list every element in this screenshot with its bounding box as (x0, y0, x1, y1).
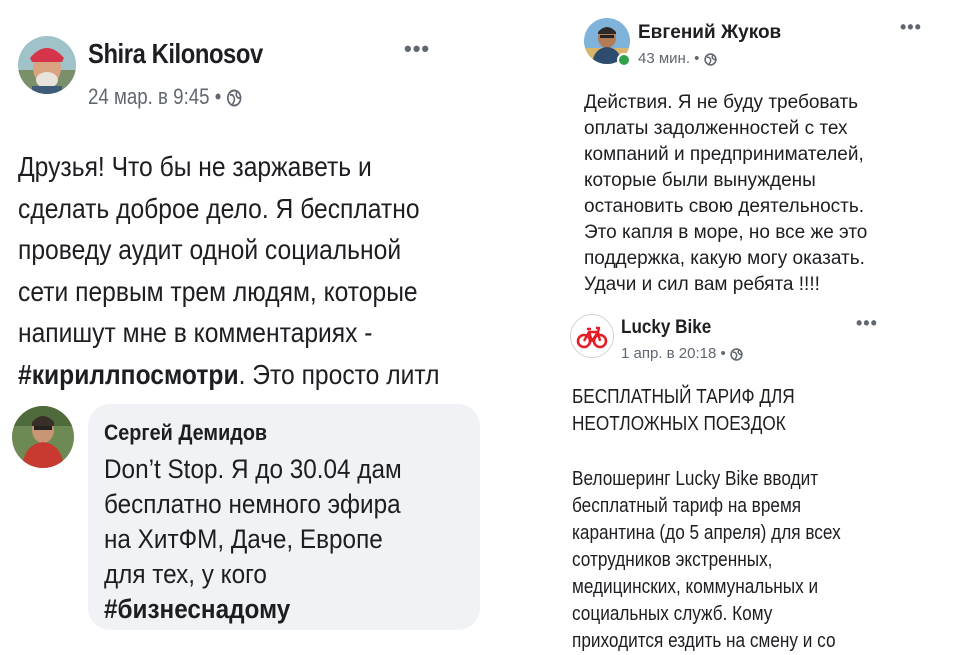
post-line: Друзья! Что бы не заржаветь и (18, 151, 372, 182)
post-line: сотрудников экстренных, (572, 549, 773, 571)
post-line: карантина (до 5 апреля) для всех (572, 522, 841, 544)
post-line: сети первым трем людям, которые (18, 275, 418, 307)
timestamp-text: 24 мар. в 9:45 • (88, 84, 222, 109)
post-line: социальных служб. Кому (572, 603, 773, 625)
more-options-icon[interactable]: ••• (856, 314, 878, 332)
timestamp-text: 1 апр. в 20:18 • (621, 345, 726, 362)
post-line: проведу аудит одной социальной (18, 234, 402, 265)
hashtag-link[interactable]: #кириллпосмотри (18, 359, 239, 390)
post-line: Велошеринг Lucky Bike вводит (572, 468, 819, 490)
globe-icon (730, 347, 743, 361)
page-avatar[interactable] (570, 314, 614, 358)
post-timestamp[interactable]: 43 мин. • (638, 50, 717, 67)
post-body: Друзья! Что бы не заржаветь и сделать до… (18, 146, 476, 395)
comment-body: Don’t Stop. Я до 30.04 дам бесплатно нем… (104, 452, 402, 627)
comment-line: бесплатно немного эфира (104, 489, 401, 519)
timestamp-text: 43 мин. • (638, 50, 700, 67)
comment-line: на ХитФМ, Даче, Европе (104, 524, 383, 554)
author-name[interactable]: Евгений Жуков (638, 22, 781, 44)
post-line-rest: . Это просто литл (238, 358, 440, 390)
post-body: Велошеринг Lucky Bike вводит бесплатный … (572, 466, 841, 655)
comment-line: Don’t Stop. Я до 30.04 дам (104, 454, 402, 484)
more-options-icon[interactable]: ••• (900, 18, 922, 36)
post-title: БЕСПЛАТНЫЙ ТАРИФ ДЛЯ НЕОТЛОЖНЫХ ПОЕЗДОК (572, 384, 795, 438)
post-line: Удачи и сил вам ребята !!!! (584, 274, 820, 295)
post-line: компаний и предпринимателей, (584, 144, 864, 165)
author-name[interactable]: Shira Kilonosov (88, 38, 263, 70)
online-status-dot (617, 53, 631, 67)
post-body: Действия. Я не буду требовать оплаты зад… (584, 90, 867, 298)
commenter-name[interactable]: Сергей Демидов (104, 420, 267, 446)
post-timestamp[interactable]: 24 мар. в 9:45 • (88, 84, 242, 110)
post-line: Это капля в море, но все же это (584, 222, 868, 243)
post-line: приходится ездить на смену и со (572, 630, 836, 652)
author-avatar[interactable] (584, 18, 631, 67)
post-line: которые были вынуждены (584, 170, 816, 191)
post-line: напишут мне в комментариях - (18, 317, 373, 348)
post-title-line: НЕОТЛОЖНЫХ ПОЕЗДОК (572, 413, 786, 435)
post-timestamp[interactable]: 1 апр. в 20:18 • (621, 345, 743, 362)
globe-icon (703, 52, 717, 66)
post-line-last: #кириллпосмотри. Это просто литл (18, 354, 476, 396)
more-options-icon[interactable]: ••• (404, 38, 430, 60)
post-line: бесплатный тариф на время (572, 495, 802, 517)
post-line: сделать доброе дело. Я бесплатно (18, 192, 420, 224)
post-line: поддержка, какую могу оказать. (584, 248, 865, 269)
page-name[interactable]: Lucky Bike (621, 317, 711, 339)
post-line: Действия. Я не буду требовать (584, 92, 859, 113)
bicycle-icon (576, 326, 608, 349)
comment-line: для тех, у кого (104, 559, 267, 589)
commenter-avatar[interactable] (12, 406, 74, 468)
post-line: остановить свою деятельность. (584, 196, 865, 217)
post-line: оплаты задолженностей с тех (584, 118, 848, 139)
author-avatar[interactable] (18, 36, 76, 94)
post-title-line: БЕСПЛАТНЫЙ ТАРИФ ДЛЯ (572, 386, 795, 408)
post-line: медицинских, коммунальных и (572, 576, 819, 598)
hashtag-link[interactable]: #бизнеснадому (104, 592, 402, 627)
globe-icon (226, 89, 242, 107)
